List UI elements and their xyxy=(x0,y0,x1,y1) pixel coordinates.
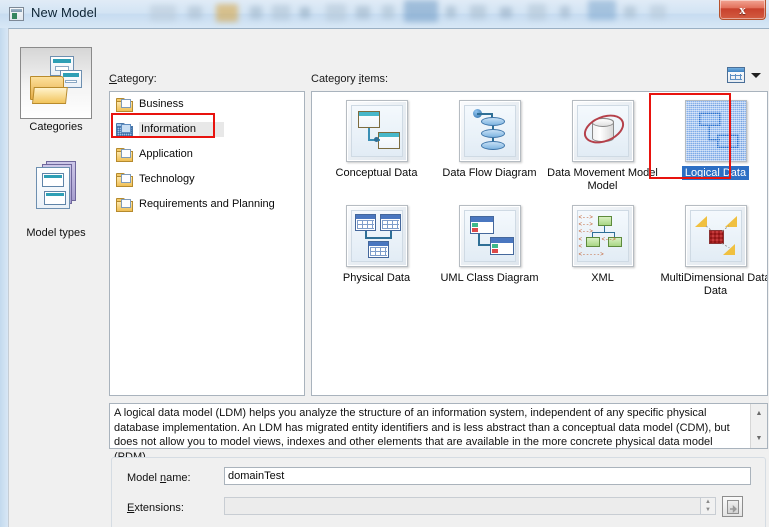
category-panel-label: Category: xyxy=(109,73,157,85)
category-item-label: Technology xyxy=(139,173,195,185)
model-name-label: Model name: xyxy=(127,472,191,484)
rail-label-model-types: Model types xyxy=(26,227,86,239)
multidimensional-data-icon xyxy=(684,205,747,267)
extensions-input[interactable] xyxy=(224,497,701,515)
folder-icon xyxy=(116,97,133,112)
item-data-movement-model[interactable]: Data Movement Model Model xyxy=(546,100,659,193)
item-label: Logical Data xyxy=(659,166,767,180)
description-text: A logical data model (LDM) helps you ana… xyxy=(114,407,730,463)
data-movement-model-icon xyxy=(571,100,634,162)
dialog-client-area: Categories Model types Category: Categor… xyxy=(8,28,769,527)
item-physical-data[interactable]: Physical Data xyxy=(320,205,433,285)
stacked-documents-icon xyxy=(32,161,80,213)
conceptual-data-icon xyxy=(345,100,408,162)
extensions-label: Extensions: xyxy=(127,502,184,514)
spinner-down-icon[interactable]: ▼ xyxy=(701,506,715,514)
category-item-label: Requirements and Planning xyxy=(139,198,275,210)
close-button[interactable]: x xyxy=(719,0,766,20)
scroll-up-arrow-icon[interactable]: ▲ xyxy=(751,406,767,421)
item-label: Physical Data xyxy=(342,272,411,284)
category-item-label: Business xyxy=(139,98,184,110)
window-title: New Model xyxy=(31,5,97,20)
model-window-icon xyxy=(9,7,24,21)
category-item-label: Application xyxy=(139,148,193,160)
folder-icon xyxy=(116,172,133,187)
category-items-grid[interactable]: Conceptual Data Data Flow Diagram Data M… xyxy=(311,91,768,396)
item-data-flow-diagram[interactable]: Data Flow Diagram xyxy=(433,100,546,180)
description-panel: A logical data model (LDM) helps you ana… xyxy=(109,403,768,463)
folder-icon xyxy=(116,197,133,212)
item-multidimensional-data[interactable]: MultiDimensional Data Data xyxy=(659,205,768,298)
item-label: Data Flow Diagram xyxy=(442,167,537,179)
category-item-requirements-and-planning[interactable]: Requirements and Planning xyxy=(110,192,304,217)
items-panel-label: Category items: xyxy=(311,73,389,85)
folder-documents-icon xyxy=(30,56,84,106)
item-label: Data Movement Model Model xyxy=(547,167,658,192)
category-item-technology[interactable]: Technology xyxy=(110,167,304,192)
glass-background xyxy=(0,0,769,28)
item-label: UML Class Diagram xyxy=(440,272,539,284)
item-label: XML xyxy=(591,272,614,284)
scroll-down-arrow-icon[interactable]: ▼ xyxy=(751,431,767,446)
uml-class-diagram-icon xyxy=(458,205,521,267)
item-logical-data[interactable]: Logical Data xyxy=(659,100,767,180)
item-label: MultiDimensional Data Data xyxy=(660,272,768,297)
item-label: Conceptual Data xyxy=(335,167,418,179)
rail-item-categories[interactable]: Categories xyxy=(17,47,95,134)
category-item-label: Information xyxy=(139,122,225,137)
window-left-frame xyxy=(0,28,8,527)
folder-icon xyxy=(116,147,133,162)
rail-item-model-types[interactable]: Model types xyxy=(17,153,95,240)
rail-label-categories: Categories xyxy=(29,121,83,133)
model-settings-group: Model name: Extensions: ▲ ▼ xyxy=(111,457,766,527)
spinner-up-icon[interactable]: ▲ xyxy=(701,498,715,506)
folder-icon xyxy=(116,122,133,137)
new-model-dialog: New Model x Categories Model types Categ… xyxy=(0,0,769,527)
category-item-application[interactable]: Application xyxy=(110,142,304,167)
category-item-information[interactable]: Information xyxy=(110,117,304,142)
close-icon: x xyxy=(739,2,746,17)
rail-button-categories[interactable] xyxy=(20,47,92,119)
view-rail: Categories Model types xyxy=(17,35,102,515)
extensions-browse-icon xyxy=(727,500,739,514)
data-flow-diagram-icon xyxy=(458,100,521,162)
item-conceptual-data[interactable]: Conceptual Data xyxy=(320,100,433,180)
extensions-spinner[interactable]: ▲ ▼ xyxy=(701,497,716,515)
view-mode-icon[interactable] xyxy=(727,67,745,83)
xml-icon: <--> <--> <--> < < <-----> <--> xyxy=(571,205,634,267)
logical-data-icon xyxy=(684,100,747,162)
item-uml-class-diagram[interactable]: UML Class Diagram xyxy=(433,205,546,285)
title-bar[interactable]: New Model x xyxy=(0,0,769,28)
description-scrollbar[interactable]: ▲ ▼ xyxy=(750,404,767,448)
model-name-input[interactable] xyxy=(224,467,751,485)
chevron-down-icon[interactable] xyxy=(751,73,761,78)
rail-button-model-types[interactable] xyxy=(20,153,92,225)
extensions-browse-button[interactable] xyxy=(722,496,743,517)
item-xml[interactable]: <--> <--> <--> < < <-----> <--> XML xyxy=(546,205,659,285)
category-item-business[interactable]: Business xyxy=(110,92,304,117)
category-list[interactable]: Business Information Application Technol… xyxy=(109,91,305,396)
physical-data-icon xyxy=(345,205,408,267)
